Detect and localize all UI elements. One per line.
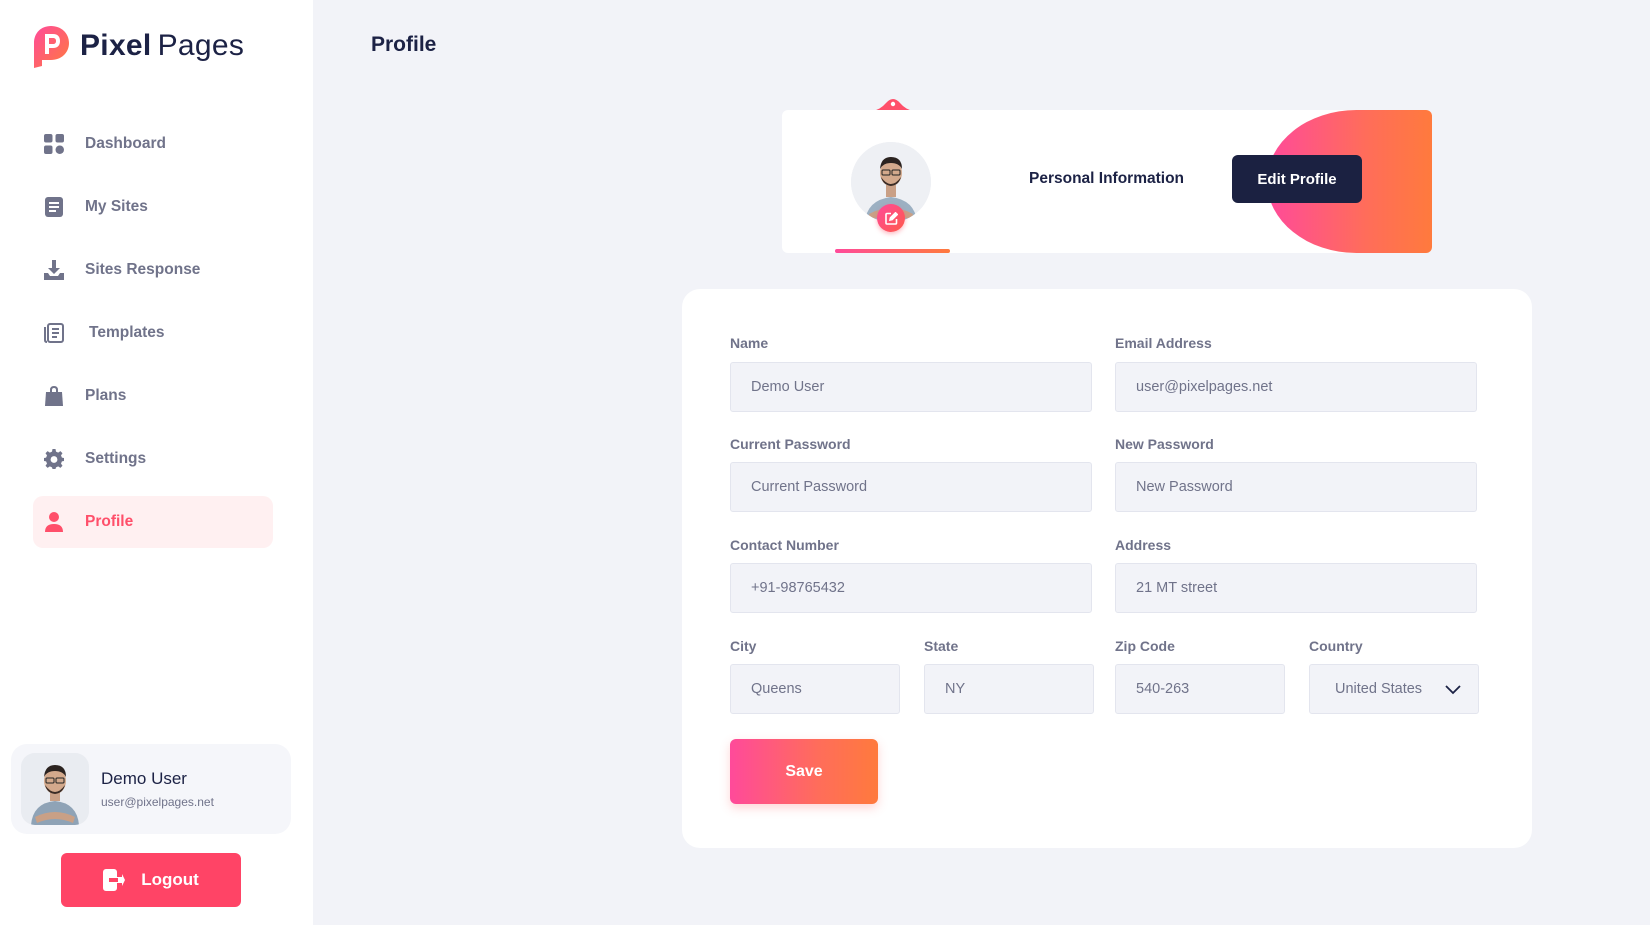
sidebar-item-sites-response[interactable]: Sites Response — [33, 244, 273, 296]
current-password-field[interactable] — [730, 462, 1092, 512]
new-password-field[interactable] — [1115, 462, 1477, 512]
country-select[interactable]: United States — [1309, 664, 1479, 714]
brand-name-bold: Pixel — [80, 29, 152, 62]
sidebar-item-label: Plans — [85, 387, 127, 404]
address-label: Address — [1115, 537, 1172, 553]
document-icon — [43, 196, 65, 218]
email-field[interactable] — [1115, 362, 1477, 412]
sidebar-nav: Dashboard My Sites Sites Response Templa… — [33, 118, 273, 559]
sidebar-item-label: My Sites — [85, 198, 148, 215]
sidebar-item-label: Templates — [89, 324, 165, 341]
tab-indicator-icon — [872, 97, 914, 111]
grid-icon — [43, 133, 65, 155]
chevron-down-icon — [1444, 680, 1462, 702]
download-icon — [43, 259, 65, 281]
active-tab-underline — [835, 249, 950, 253]
edit-avatar-button[interactable] — [877, 204, 905, 232]
zip-code-label: Zip Code — [1115, 638, 1175, 654]
contact-number-label: Contact Number — [730, 537, 839, 553]
user-icon — [43, 511, 65, 533]
sidebar-item-plans[interactable]: Plans — [33, 370, 273, 422]
zip-code-field[interactable] — [1115, 664, 1285, 714]
brand-name-light: Pages — [157, 29, 245, 62]
name-field[interactable] — [730, 362, 1092, 412]
sidebar: Pixel Pages Dashboard My Sites Sites Resp… — [0, 0, 313, 925]
save-button[interactable]: Save — [730, 739, 878, 804]
gear-icon — [43, 448, 65, 470]
page-title: Profile — [371, 33, 437, 56]
country-select-value: United States — [1335, 681, 1423, 697]
contact-number-field[interactable] — [730, 563, 1092, 613]
edit-profile-button[interactable]: Edit Profile — [1232, 155, 1362, 203]
current-password-label: Current Password — [730, 436, 851, 452]
brand-name: Pixel Pages — [80, 29, 244, 63]
user-card[interactable]: Demo User user@pixelpages.net — [11, 744, 291, 834]
sidebar-item-label: Dashboard — [85, 135, 166, 152]
city-field[interactable] — [730, 664, 900, 714]
personal-info-title: Personal Information — [1029, 170, 1185, 187]
sidebar-item-label: Profile — [85, 513, 134, 530]
profile-form: Name Email Address Current Password New … — [682, 289, 1532, 848]
sidebar-item-dashboard[interactable]: Dashboard — [33, 118, 273, 170]
country-label: Country — [1309, 638, 1363, 654]
new-password-label: New Password — [1115, 436, 1214, 452]
logout-icon — [103, 869, 126, 891]
logout-label: Logout — [141, 870, 199, 889]
sidebar-item-settings[interactable]: Settings — [33, 433, 273, 485]
logout-button[interactable]: Logout — [61, 853, 241, 907]
sidebar-item-templates[interactable]: Templates — [33, 307, 273, 359]
edit-icon — [884, 211, 898, 225]
pixel-pages-logo-icon — [32, 24, 70, 68]
state-label: State — [924, 638, 959, 654]
state-field[interactable] — [924, 664, 1094, 714]
user-email: user@pixelpages.net — [101, 795, 214, 809]
sidebar-item-label: Sites Response — [85, 261, 201, 278]
name-label: Name — [730, 335, 769, 351]
email-label: Email Address — [1115, 335, 1212, 351]
brand-logo[interactable]: Pixel Pages — [32, 22, 244, 70]
user-card-info: Demo User user@pixelpages.net — [101, 769, 214, 809]
personal-info-card: Personal Information Edit Profile — [782, 110, 1432, 253]
bag-icon — [43, 385, 65, 407]
sidebar-item-label: Settings — [85, 450, 147, 467]
sidebar-item-my-sites[interactable]: My Sites — [33, 181, 273, 233]
sidebar-item-profile[interactable]: Profile — [33, 496, 273, 548]
avatar — [21, 753, 89, 825]
templates-icon — [43, 322, 65, 344]
city-label: City — [730, 638, 757, 654]
user-name: Demo User — [101, 769, 187, 788]
address-field[interactable] — [1115, 563, 1477, 613]
